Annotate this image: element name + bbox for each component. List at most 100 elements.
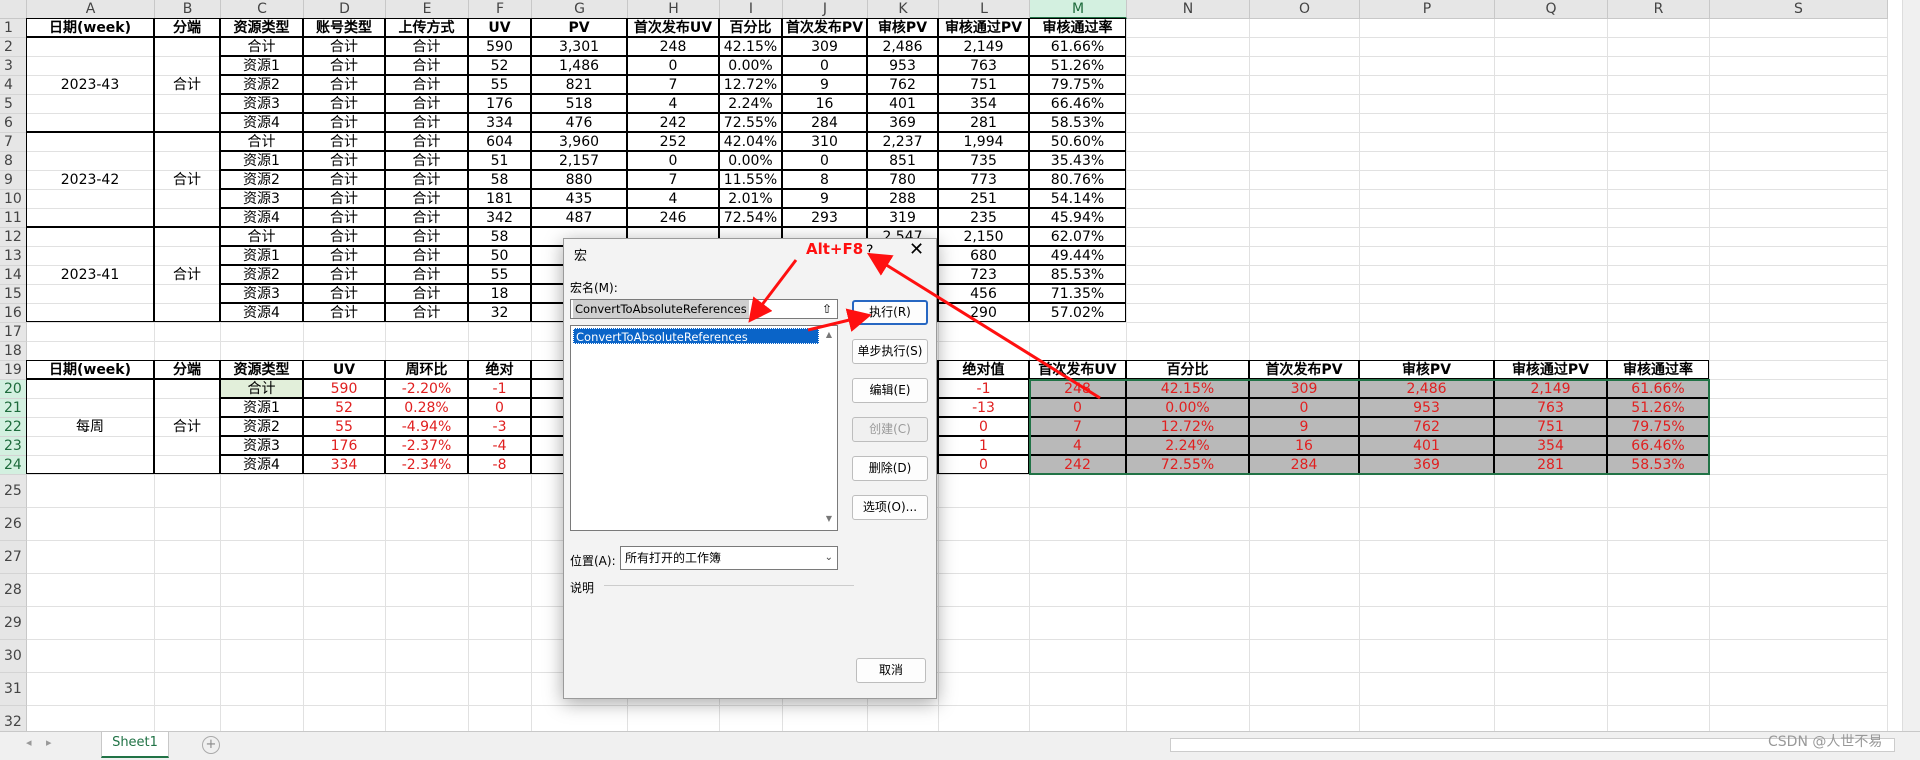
row-header-28[interactable]: 28 bbox=[0, 574, 27, 607]
cell[interactable] bbox=[27, 574, 155, 607]
cell[interactable] bbox=[304, 508, 386, 541]
cell[interactable] bbox=[1360, 209, 1495, 228]
cell[interactable] bbox=[1710, 323, 1888, 342]
cell[interactable] bbox=[1250, 171, 1360, 190]
column-header-q[interactable]: Q bbox=[1495, 0, 1608, 19]
cell[interactable] bbox=[1608, 607, 1710, 640]
cell[interactable] bbox=[1250, 152, 1360, 171]
cell[interactable] bbox=[221, 508, 304, 541]
cell[interactable] bbox=[304, 323, 386, 342]
collapse-arrow-icon[interactable]: ⇧ bbox=[818, 300, 836, 318]
cell[interactable] bbox=[1608, 342, 1710, 361]
cell[interactable] bbox=[1360, 673, 1495, 706]
cell[interactable] bbox=[1030, 607, 1127, 640]
cell[interactable] bbox=[1127, 304, 1250, 323]
cell[interactable] bbox=[939, 673, 1030, 706]
cell[interactable] bbox=[1360, 190, 1495, 209]
cell[interactable] bbox=[1030, 640, 1127, 673]
cell[interactable] bbox=[1127, 19, 1250, 38]
column-header-l[interactable]: L bbox=[939, 0, 1030, 19]
cell[interactable] bbox=[1710, 475, 1888, 508]
row-header-15[interactable]: 15 bbox=[0, 285, 27, 304]
cell[interactable] bbox=[27, 607, 155, 640]
row-header-10[interactable]: 10 bbox=[0, 190, 27, 209]
row-header-17[interactable]: 17 bbox=[0, 323, 27, 342]
row-header-14[interactable]: 14 bbox=[0, 266, 27, 285]
column-header-f[interactable]: F bbox=[469, 0, 532, 19]
cell[interactable] bbox=[221, 640, 304, 673]
cell[interactable] bbox=[1127, 508, 1250, 541]
cell[interactable] bbox=[1710, 574, 1888, 607]
cell[interactable] bbox=[1495, 228, 1608, 247]
column-header-b[interactable]: B bbox=[155, 0, 221, 19]
cell[interactable] bbox=[1495, 171, 1608, 190]
cell[interactable] bbox=[1495, 508, 1608, 541]
prev-sheet-icon[interactable]: ◂ bbox=[26, 736, 32, 749]
cell[interactable] bbox=[1127, 323, 1250, 342]
cell[interactable] bbox=[1495, 285, 1608, 304]
row-header-5[interactable]: 5 bbox=[0, 95, 27, 114]
cell[interactable] bbox=[939, 541, 1030, 574]
cell[interactable] bbox=[1608, 541, 1710, 574]
row-header-12[interactable]: 12 bbox=[0, 228, 27, 247]
cell[interactable] bbox=[1608, 247, 1710, 266]
cell[interactable] bbox=[1710, 76, 1888, 95]
cell[interactable] bbox=[1127, 607, 1250, 640]
cell[interactable] bbox=[1495, 640, 1608, 673]
cell[interactable] bbox=[386, 607, 469, 640]
cell[interactable] bbox=[1608, 190, 1710, 209]
cell[interactable] bbox=[1710, 209, 1888, 228]
edit-button[interactable]: 编辑(E) bbox=[852, 378, 928, 403]
cell[interactable] bbox=[939, 508, 1030, 541]
cell[interactable] bbox=[469, 508, 532, 541]
cell[interactable] bbox=[1030, 508, 1127, 541]
cell[interactable] bbox=[1127, 57, 1250, 76]
cell[interactable] bbox=[1030, 673, 1127, 706]
cell[interactable] bbox=[1127, 475, 1250, 508]
cell[interactable] bbox=[1495, 323, 1608, 342]
cell[interactable] bbox=[155, 342, 221, 361]
cell[interactable] bbox=[1030, 475, 1127, 508]
row-header-25[interactable]: 25 bbox=[0, 475, 27, 508]
column-header-c[interactable]: C bbox=[221, 0, 304, 19]
cell[interactable] bbox=[1127, 209, 1250, 228]
cell[interactable] bbox=[304, 541, 386, 574]
column-header-e[interactable]: E bbox=[386, 0, 469, 19]
cell[interactable] bbox=[1250, 133, 1360, 152]
cell[interactable] bbox=[1360, 541, 1495, 574]
cell[interactable] bbox=[1608, 114, 1710, 133]
cell[interactable] bbox=[1250, 38, 1360, 57]
cell[interactable] bbox=[469, 673, 532, 706]
cell[interactable] bbox=[1250, 541, 1360, 574]
cell[interactable] bbox=[386, 342, 469, 361]
step-into-button[interactable]: 单步执行(S) bbox=[852, 339, 928, 364]
row-header-13[interactable]: 13 bbox=[0, 247, 27, 266]
cell[interactable] bbox=[1495, 541, 1608, 574]
cell[interactable] bbox=[1608, 228, 1710, 247]
cell[interactable] bbox=[155, 640, 221, 673]
cell[interactable] bbox=[1608, 266, 1710, 285]
cell[interactable] bbox=[304, 574, 386, 607]
row-header-3[interactable]: 3 bbox=[0, 57, 27, 76]
cell[interactable] bbox=[1710, 673, 1888, 706]
column-header-r[interactable]: R bbox=[1608, 0, 1710, 19]
cell[interactable] bbox=[386, 673, 469, 706]
cell[interactable] bbox=[1608, 209, 1710, 228]
cell[interactable] bbox=[1127, 38, 1250, 57]
cell[interactable] bbox=[1127, 190, 1250, 209]
column-header-h[interactable]: H bbox=[628, 0, 720, 19]
row-header-4[interactable]: 4 bbox=[0, 76, 27, 95]
cell[interactable] bbox=[1250, 607, 1360, 640]
cell[interactable] bbox=[1360, 152, 1495, 171]
cell[interactable] bbox=[27, 640, 155, 673]
cell[interactable] bbox=[1710, 285, 1888, 304]
cell[interactable] bbox=[1360, 574, 1495, 607]
macro-list-item[interactable]: ConvertToAbsoluteReferences bbox=[573, 328, 819, 344]
cell[interactable] bbox=[469, 574, 532, 607]
cell[interactable] bbox=[1710, 95, 1888, 114]
row-header-24[interactable]: 24 bbox=[0, 456, 27, 475]
cell[interactable] bbox=[1360, 475, 1495, 508]
cell[interactable] bbox=[1710, 266, 1888, 285]
cell[interactable] bbox=[1608, 76, 1710, 95]
row-header-8[interactable]: 8 bbox=[0, 152, 27, 171]
